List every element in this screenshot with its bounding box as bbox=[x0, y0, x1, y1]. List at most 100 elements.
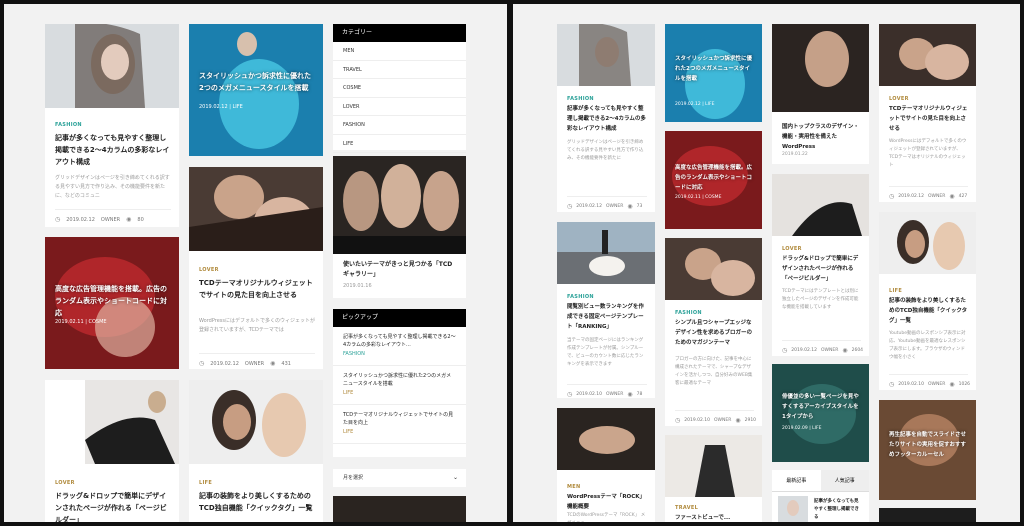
tab-post-title[interactable]: 記事が多くなっても見やすく整理し掲載できる bbox=[814, 498, 861, 522]
post-author[interactable]: OWNER bbox=[928, 382, 945, 387]
post-excerpt: 当テーマの固定ページにはランキング作成テンプレートが付属。シンプルーで、ビューの… bbox=[567, 338, 644, 367]
post-title[interactable]: 閲覧別ビュー数ランキングを作成できる固定ページテンプレート「RANKING」 bbox=[567, 302, 647, 332]
post-card[interactable]: LIFE 記事の装飾をより美しくするためのTCD独自機能「クイックタグ」一覧 bbox=[189, 380, 323, 522]
post-meta: ◷ 2019.02.12 OWNER ◉ 427 bbox=[889, 186, 968, 200]
post-card-overlay[interactable]: スタイリッシュかつ訴求性に優れた2つのメガメニュースタイルを搭載 2019.02.… bbox=[189, 24, 323, 156]
recent-popular-tabs: 最新記事 人気記事 bbox=[772, 470, 869, 492]
tab-popular[interactable]: 人気記事 bbox=[820, 470, 869, 492]
eye-icon: ◉ bbox=[949, 381, 955, 388]
post-title[interactable]: 高度な広告管理機能を搭載。広告のランダム表示やショートコードに対応 bbox=[675, 163, 752, 193]
tab-recent[interactable]: 最新記事 bbox=[772, 470, 821, 492]
pickup-title[interactable]: 記事が多くなっても見やすく整理し掲載できる2〜4カラムの多彩なレイアウト... bbox=[343, 333, 456, 349]
post-title[interactable]: 記事が多くなっても見やすく整理し掲載できる2〜4カラムの多彩なレイアウト構成 bbox=[55, 132, 171, 168]
post-card-overlay[interactable]: 俳優並の多い一覧ページを見やすくするアーカイブスタイルを1タイプから 2019.0… bbox=[772, 364, 869, 462]
tab-post-item[interactable]: 記事が多くなっても見やすく整理し掲載できる bbox=[772, 492, 869, 522]
post-author[interactable]: OWNER bbox=[606, 204, 623, 209]
post-card[interactable]: LOVER TCDテーマオリジナルウィジェットでサイトの見た目を向上させる Wo… bbox=[879, 24, 976, 202]
category-link[interactable]: FASHION bbox=[333, 116, 466, 135]
category-link[interactable]: COSME bbox=[333, 79, 466, 98]
chevron-down-icon: ⌄ bbox=[452, 474, 458, 481]
post-title[interactable]: 再生記事を自動でスライドさせたりサイトの実用を促すおすすめフッターカルーセル bbox=[889, 430, 966, 460]
post-views: 1026 bbox=[958, 382, 971, 387]
pickup-category[interactable]: FASHION bbox=[343, 351, 456, 357]
post-title[interactable]: シンプル且つシャープエッジなデザイン性を求めるブロガーのためのマガジンテーマ bbox=[675, 318, 754, 348]
post-date: 2019.02.10 bbox=[684, 418, 711, 423]
post-category[interactable]: LOVER bbox=[199, 267, 219, 273]
post-meta: ◷ 2019.02.12 OWNER ◉ 80 bbox=[55, 209, 171, 223]
category-link[interactable]: TRAVEL bbox=[333, 61, 466, 79]
post-author[interactable]: OWNER bbox=[245, 361, 264, 367]
post-date: 2019.02.10 bbox=[898, 382, 925, 387]
post-author[interactable]: OWNER bbox=[606, 392, 623, 397]
post-date: 2019.02.12 bbox=[576, 204, 603, 209]
pickup-item[interactable]: 記事が多くなっても見やすく整理し掲載できる2〜4カラムの多彩なレイアウト... F… bbox=[333, 327, 466, 366]
post-title[interactable]: 記事が多くなっても見やすく整理し掲載できる2〜4カラムの多彩なレイアウト構成 bbox=[567, 104, 647, 134]
post-card-overlay[interactable]: 高度な広告管理機能を搭載。広告のランダム表示やショートコードに対応 2019.02… bbox=[665, 131, 762, 229]
post-card[interactable]: LOVER ドラッグ&ドロップで簡単にデザインされたページが作れる「ページビルダ… bbox=[772, 174, 869, 356]
pickup-item[interactable]: スタイリッシュかつ訴求性に優れた2つのメガメニュースタイルを搭載 LIFE bbox=[333, 366, 466, 405]
post-category[interactable]: FASHION bbox=[567, 96, 594, 102]
post-category[interactable]: TRAVEL bbox=[675, 505, 698, 511]
post-title[interactable]: ファーストビューで... bbox=[675, 513, 754, 522]
post-card[interactable]: FASHION 記事が多くなっても見やすく整理し掲載できる2〜4カラムの多彩なレ… bbox=[45, 24, 179, 227]
pickup-item[interactable]: TCDテーマオリジナルウィジェットでサイトの見た目を向上 LIFE bbox=[333, 405, 466, 444]
post-title[interactable]: ドラッグ&ドロップで簡単にデザインされたページが作れる「ページビルダー」 bbox=[782, 254, 861, 284]
post-card[interactable]: 国内トップクラスのデザイン・機能・実用性を備えたWordPress 2019.0… bbox=[772, 24, 869, 164]
pickup-category[interactable]: LIFE bbox=[343, 429, 456, 435]
post-category[interactable]: FASHION bbox=[55, 122, 82, 128]
post-thumbnail bbox=[189, 167, 323, 251]
post-author[interactable]: OWNER bbox=[821, 348, 838, 353]
post-title[interactable]: 国内トップクラスのデザイン・機能・実用性を備えたWordPress bbox=[782, 122, 861, 152]
category-link[interactable]: LOVER bbox=[333, 98, 466, 116]
post-card-overlay[interactable]: スタイリッシュかつ訴求性に優れた2つのメガメニュースタイルを搭載 2019.02.… bbox=[665, 24, 762, 122]
post-thumbnail bbox=[665, 435, 762, 497]
post-thumbnail bbox=[45, 380, 179, 464]
post-card[interactable]: FASHION 記事が多くなっても見やすく整理し掲載できる2〜4カラムの多彩なレ… bbox=[557, 24, 655, 212]
post-title[interactable]: ドラッグ&ドロップで簡単にデザインされたページが作れる「ページビルダー」 bbox=[55, 490, 171, 522]
post-card[interactable]: LOVER ドラッグ&ドロップで簡単にデザインされたページが作れる「ページビルダ… bbox=[45, 380, 179, 522]
post-card[interactable]: LOVER TCDテーマオリジナルウィジェットでサイトの見た目を向上させる Wo… bbox=[189, 167, 323, 369]
post-category[interactable]: LIFE bbox=[199, 480, 212, 486]
post-excerpt: WordPressにはデフォルトで多くのウィジェットが登録されていますが、TCD… bbox=[889, 139, 967, 168]
post-title[interactable]: 記事の装飾をより美しくするためのTCD独自機能「クイックタグ」一覧 bbox=[199, 490, 315, 514]
post-card[interactable]: MEN WordPressテーマ「ROCK」機能概要 TCDのWordPress… bbox=[557, 408, 655, 522]
post-category[interactable]: MEN bbox=[567, 484, 580, 490]
post-card[interactable]: FASHION シンプル且つシャープエッジなデザイン性を求めるブロガーのためのマ… bbox=[665, 238, 762, 426]
post-author[interactable]: OWNER bbox=[101, 217, 120, 223]
pickup-category[interactable]: LIFE bbox=[343, 390, 456, 396]
post-views: 431 bbox=[281, 360, 291, 367]
post-title[interactable]: TCDテーマオリジナルウィジェットでサイトの見た目を向上させる bbox=[889, 104, 968, 134]
post-card-overlay[interactable]: 再生記事を自動でスライドさせたりサイトの実用を促すおすすめフッターカルーセル bbox=[879, 400, 976, 500]
post-card[interactable]: TRAVEL ファーストビューで... bbox=[665, 435, 762, 522]
post-excerpt: TCDテーマにはテンプレートとは別に独立したページのデザインを作成可能な機能を搭… bbox=[782, 289, 859, 310]
post-category[interactable]: LOVER bbox=[55, 480, 75, 486]
eye-icon: ◉ bbox=[735, 417, 741, 424]
post-card-overlay[interactable]: 高度な広告管理機能を搭載。広告のランダム表示やショートコードに対応 2019.02… bbox=[45, 237, 179, 369]
post-title[interactable]: スタイリッシュかつ訴求性に優れた2つのメガメニュースタイルを搭載 bbox=[675, 54, 752, 84]
post-title[interactable]: WordPressテーマ「ROCK」機能概要 bbox=[567, 492, 647, 512]
feature-banner-widget[interactable]: 使いたいテーマがきっと見つかる「TCDギャラリー」 2019.01.16 bbox=[333, 156, 466, 298]
post-title[interactable]: 俳優並の多い一覧ページを見やすくするアーカイブスタイルを1タイプから bbox=[782, 392, 859, 422]
post-title[interactable]: スタイリッシュかつ訴求性に優れた2つのメガメニュースタイルを搭載 bbox=[199, 70, 313, 94]
pickup-title[interactable]: TCDテーマオリジナルウィジェットでサイトの見た目を向上 bbox=[343, 411, 456, 427]
post-author[interactable]: OWNER bbox=[928, 194, 945, 199]
pickup-title[interactable]: スタイリッシュかつ訴求性に優れた2つのメガメニュースタイルを搭載 bbox=[343, 372, 456, 388]
post-views: 2910 bbox=[744, 418, 757, 423]
post-card[interactable]: FASHION 閲覧別ビュー数ランキングを作成できる固定ページテンプレート「RA… bbox=[557, 222, 655, 398]
feature-banner-title[interactable]: 使いたいテーマがきっと見つかる「TCDギャラリー」 bbox=[343, 260, 458, 280]
post-category[interactable]: LIFE bbox=[889, 288, 902, 294]
post-card[interactable]: LIFE 記事の装飾をより美しくするためのTCD独自機能「クイックタグ」一覧 Y… bbox=[879, 212, 976, 390]
post-category[interactable]: FASHION bbox=[567, 294, 594, 300]
post-meta: 2019.02.11 | COSME bbox=[55, 319, 107, 325]
archive-month-select[interactable]: 月を選択 ⌄ bbox=[333, 469, 466, 487]
post-category[interactable]: LOVER bbox=[782, 246, 802, 252]
post-title[interactable]: 記事の装飾をより美しくするためのTCD独自機能「クイックタグ」一覧 bbox=[889, 296, 968, 326]
post-title[interactable]: 高度な広告管理機能を搭載。広告のランダム表示やショートコードに対応 bbox=[55, 283, 169, 319]
category-link[interactable]: MEN bbox=[333, 42, 466, 61]
post-title[interactable]: TCDテーマオリジナルウィジェットでサイトの見た目を向上させる bbox=[199, 277, 315, 301]
post-category[interactable]: FASHION bbox=[675, 310, 702, 316]
post-author[interactable]: OWNER bbox=[714, 418, 731, 423]
post-category[interactable]: LOVER bbox=[889, 96, 909, 102]
category-link[interactable]: LIFE bbox=[333, 135, 466, 153]
post-meta: 2019.02.12 | LIFE bbox=[199, 104, 243, 110]
